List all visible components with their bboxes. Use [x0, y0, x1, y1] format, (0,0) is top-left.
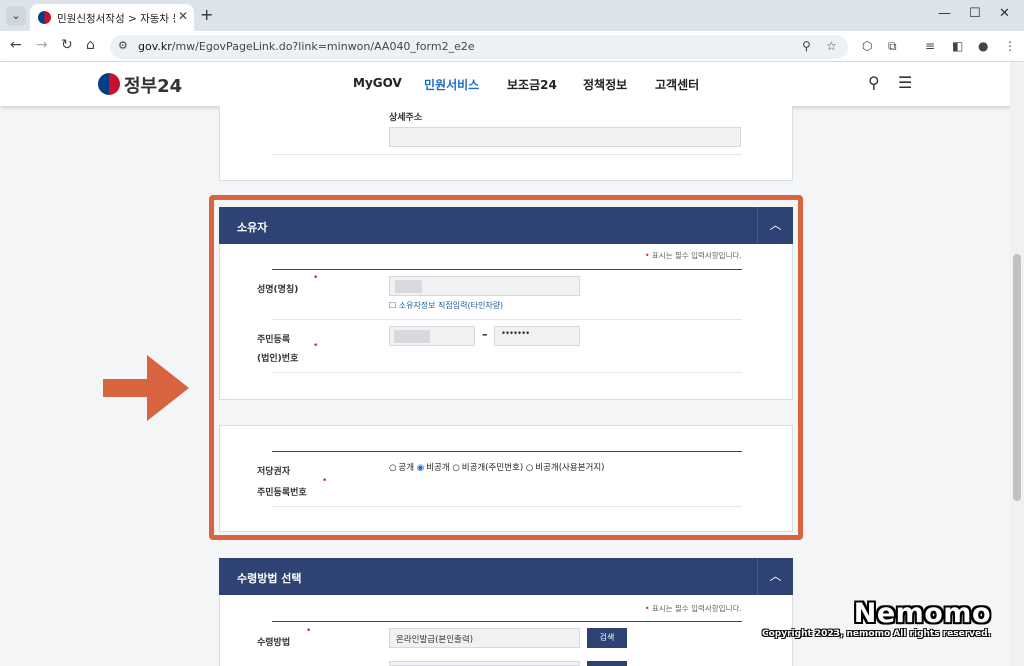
search-icon[interactable]: ⚲	[868, 73, 880, 92]
search-button[interactable]: 검색	[587, 628, 627, 648]
receipt-method-value: 온라인발급(본인출력)	[396, 635, 474, 645]
watermark-title: Nemomo	[853, 598, 991, 629]
highlight-box	[209, 195, 803, 540]
minimize-icon[interactable]: —	[938, 6, 951, 21]
page-scrollbar[interactable]	[1010, 62, 1024, 666]
next-button[interactable]	[587, 661, 627, 666]
chevron-up-icon[interactable]: ︿	[757, 558, 793, 595]
maximize-icon[interactable]: ☐	[969, 6, 981, 21]
site-header: 정부24 MyGOV 민원서비스 보조금24 정책정보 고객센터 ⚲ ☰	[0, 62, 1017, 106]
next-input[interactable]	[389, 661, 580, 666]
home-icon[interactable]: ⌂	[86, 37, 95, 53]
nav-civil-service[interactable]: 민원서비스	[424, 76, 479, 93]
required-mark: •	[306, 626, 312, 636]
watermark: Nemomo Copyright 2023, nemomo All rights…	[762, 598, 991, 639]
receipt-section-title: 수령방법 선택	[237, 572, 302, 585]
receipt-section-body: • 표시는 필수 입력사항입니다. 수령방법 • 온라인발급(본인출력) 검색	[219, 595, 793, 666]
receipt-section-header[interactable]: 수령방법 선택 ︿	[219, 558, 793, 595]
gov24-favicon-icon	[38, 11, 51, 24]
divider	[272, 621, 742, 622]
nav-customer-center[interactable]: 고객센터	[655, 76, 699, 93]
url-text[interactable]: gov.kr/mw/EgovPageLink.do?link=minwon/AA…	[138, 40, 475, 53]
back-icon[interactable]: ←	[10, 37, 22, 53]
address-card: 상세주소	[219, 106, 793, 181]
receipt-method-label: 수령방법	[257, 638, 291, 648]
browser-tab[interactable]: 민원신청서작성 > 자동차 등록 ✕	[30, 4, 194, 31]
tab-title: 민원신청서작성 > 자동차 등록	[57, 13, 175, 25]
site-info-icon[interactable]: ⚙	[118, 39, 128, 52]
profile-avatar-icon[interactable]: ●	[978, 39, 988, 53]
reload-icon[interactable]: ↻	[61, 37, 73, 53]
hamburger-menu-icon[interactable]: ☰	[898, 73, 912, 92]
chrome-menu-icon[interactable]: ⋮	[1004, 39, 1016, 53]
extensions-puzzle-icon[interactable]: ⧉	[888, 39, 897, 54]
watermark-copyright: Copyright 2023, nemomo All rights reserv…	[762, 629, 991, 639]
divider	[272, 154, 742, 155]
nav-mygov[interactable]: MyGOV	[353, 76, 402, 90]
detail-address-label: 상세주소	[389, 113, 423, 123]
forward-icon[interactable]: →	[36, 37, 48, 53]
receipt-method-input[interactable]: 온라인발급(본인출력)	[389, 628, 580, 648]
scroll-thumb[interactable]	[1013, 254, 1021, 501]
tab-search-icon[interactable]: ⌄	[6, 6, 26, 26]
detail-address-input[interactable]	[389, 127, 741, 147]
tab-close-icon[interactable]: ✕	[178, 9, 188, 23]
browser-toolbar: ← → ↻ ⌂ ⚙ gov.kr/mw/EgovPageLink.do?link…	[0, 31, 1024, 62]
reading-list-icon[interactable]: ≡	[925, 39, 935, 53]
window-close-icon[interactable]: ✕	[999, 6, 1010, 21]
nav-subsidy24[interactable]: 보조금24	[507, 76, 557, 93]
zoom-icon[interactable]: ⚲	[802, 39, 811, 53]
address-bar[interactable]: ⚙ gov.kr/mw/EgovPageLink.do?link=minwon/…	[110, 35, 848, 59]
nav-policy-info[interactable]: 정책정보	[583, 76, 627, 93]
site-logo[interactable]: 정부24	[124, 72, 182, 98]
gov24-logo-icon[interactable]	[98, 73, 120, 95]
extension-icon[interactable]: ⬡	[862, 39, 872, 53]
right-arrow-icon	[103, 355, 189, 421]
new-tab-icon[interactable]: +	[200, 5, 213, 24]
required-note: • 표시는 필수 입력사항입니다.	[645, 604, 742, 613]
browser-tab-bar: ⌄ 민원신청서작성 > 자동차 등록 ✕ + — ☐ ✕	[0, 0, 1024, 31]
bookmark-star-icon[interactable]: ☆	[826, 39, 837, 53]
side-panel-icon[interactable]: ◧	[952, 39, 963, 53]
